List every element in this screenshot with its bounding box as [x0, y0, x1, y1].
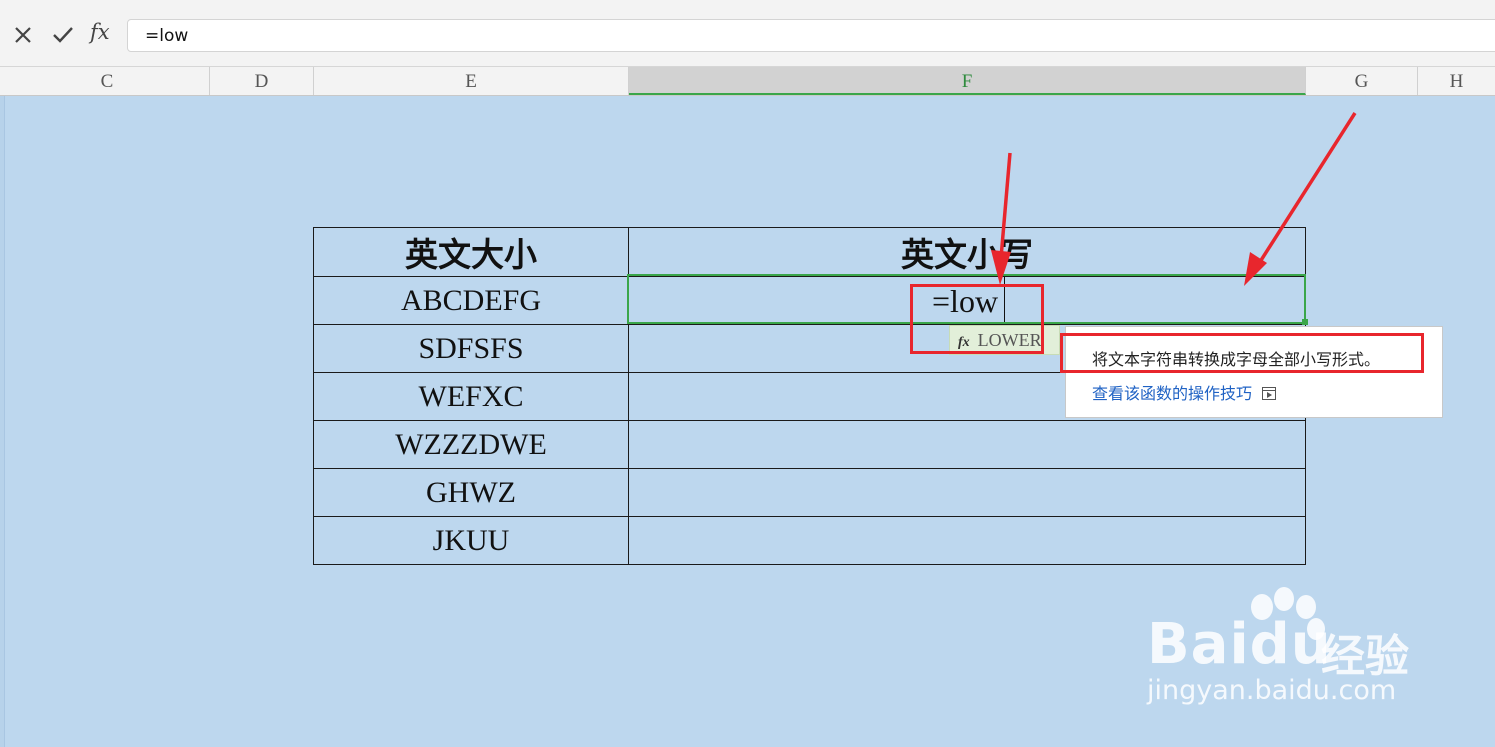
cell-lowercase-editing[interactable]: =low: [628, 276, 1306, 325]
watermark-brand-suffix: du: [1249, 612, 1332, 677]
tooltip-description: 将文本字符串转换成字母全部小写形式。: [1092, 350, 1381, 369]
check-icon[interactable]: [50, 22, 76, 48]
column-header-h[interactable]: H: [1418, 67, 1495, 95]
table-row: JKUU: [313, 516, 1306, 565]
column-header-e[interactable]: E: [314, 67, 629, 95]
column-header-f[interactable]: F: [629, 67, 1306, 95]
text-caret: [1004, 277, 1005, 324]
function-icon: fx: [958, 335, 970, 350]
cell-uppercase[interactable]: SDFSFS: [313, 324, 629, 373]
autocomplete-function-name: LOWER: [977, 330, 1042, 350]
column-header-d[interactable]: D: [210, 67, 314, 95]
function-tooltip: 将文本字符串转换成字母全部小写形式。 查看该函数的操作技巧: [1065, 326, 1443, 418]
table-header-row: 英文大小 英文小写: [313, 227, 1306, 277]
autocomplete-item-lower[interactable]: fx LOWER: [949, 325, 1060, 355]
table-row: GHWZ: [313, 468, 1306, 517]
cell-lowercase[interactable]: [628, 516, 1306, 565]
watermark-brand: Baidu: [1147, 612, 1332, 677]
column-header-row: C D E F G H: [0, 67, 1495, 96]
watermark-url: jingyan.baidu.com: [1147, 675, 1397, 706]
header-cell-lowercase[interactable]: 英文小写: [628, 227, 1306, 277]
fill-handle[interactable]: [1302, 319, 1308, 325]
function-tips-link[interactable]: 查看该函数的操作技巧: [1092, 380, 1277, 404]
row-header-strip[interactable]: [0, 96, 5, 747]
cell-lowercase[interactable]: [628, 468, 1306, 517]
table-row: WZZZDWE: [313, 420, 1306, 469]
cell-uppercase[interactable]: WZZZDWE: [313, 420, 629, 469]
cell-edit-text: =low: [932, 283, 999, 319]
formula-input[interactable]: =low: [127, 19, 1495, 52]
table-row: ABCDEFG =low: [313, 276, 1306, 325]
fx-icon[interactable]: fx: [90, 20, 110, 44]
column-header-g[interactable]: G: [1306, 67, 1418, 95]
header-cell-uppercase[interactable]: 英文大小: [313, 227, 629, 277]
column-header-c[interactable]: C: [5, 67, 210, 95]
video-icon: [1262, 387, 1277, 400]
cell-uppercase[interactable]: ABCDEFG: [313, 276, 629, 325]
cell-uppercase[interactable]: JKUU: [313, 516, 629, 565]
cell-uppercase[interactable]: GHWZ: [313, 468, 629, 517]
cell-lowercase[interactable]: [628, 420, 1306, 469]
cell-uppercase[interactable]: WEFXC: [313, 372, 629, 421]
formula-bar: fx =low: [0, 0, 1495, 67]
function-tips-link-text: 查看该函数的操作技巧: [1092, 384, 1253, 403]
x-icon[interactable]: [10, 22, 36, 48]
